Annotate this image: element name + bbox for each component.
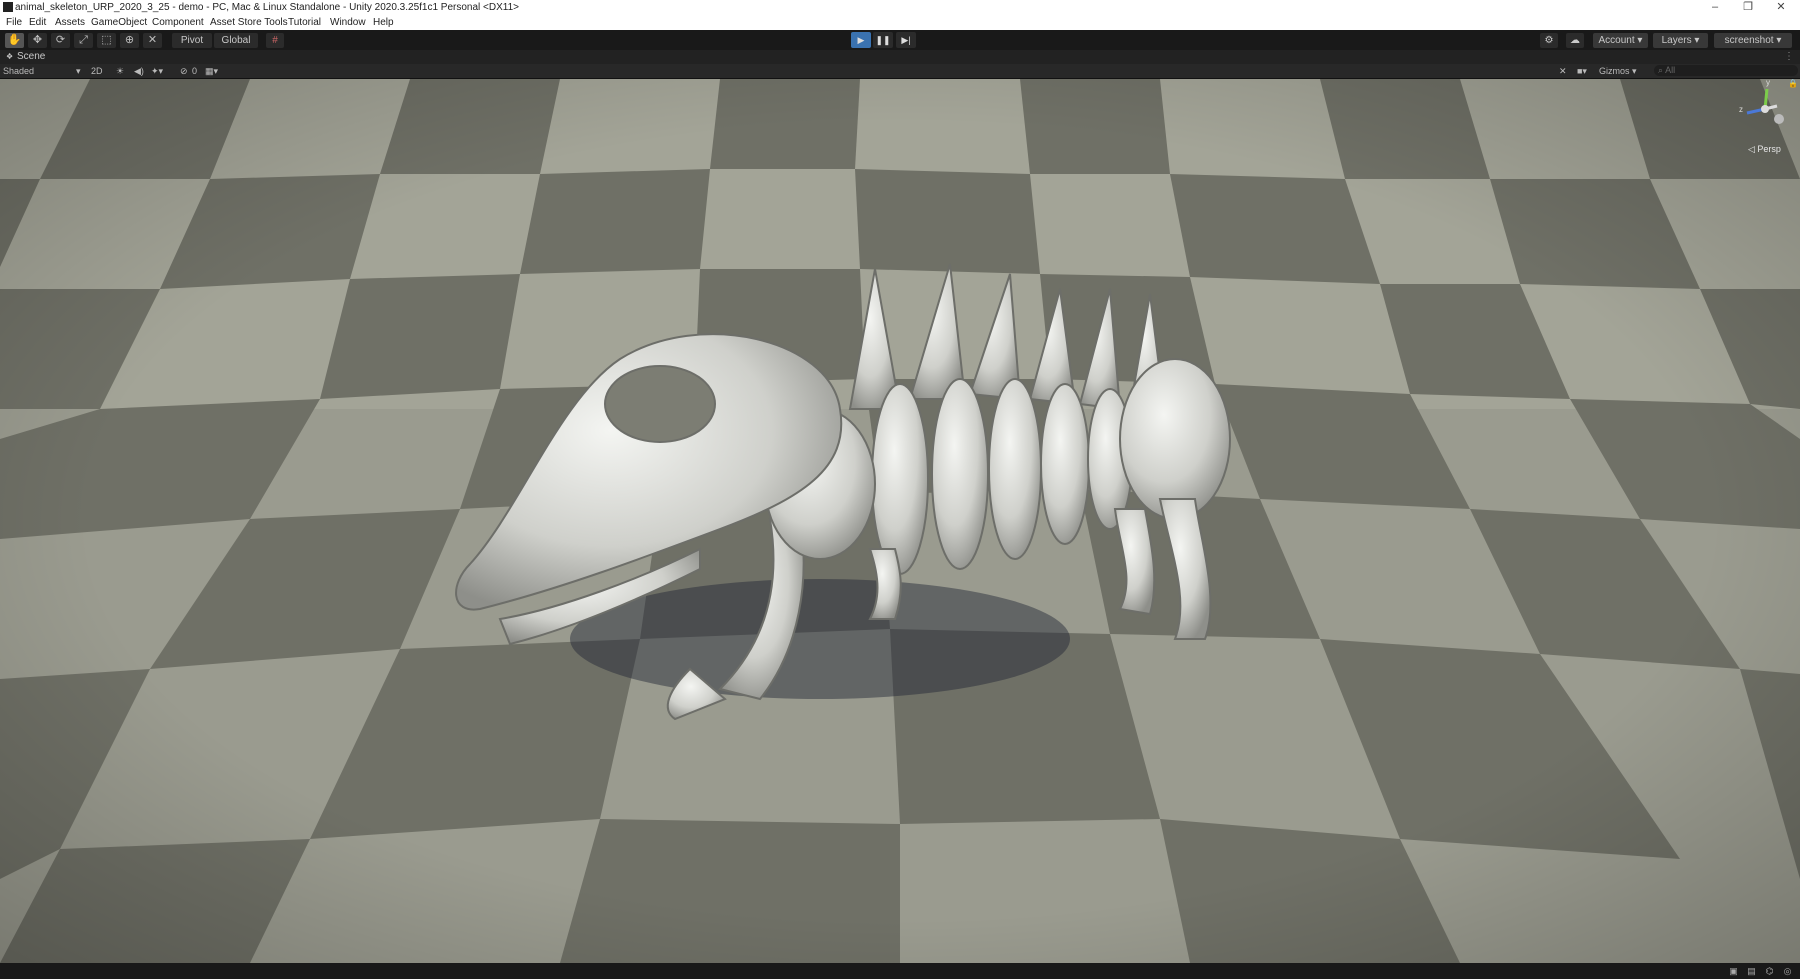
shading-mode-dropdown[interactable]: Shaded ▾ bbox=[3, 64, 81, 78]
tools-icon[interactable]: ✕ bbox=[1559, 64, 1567, 78]
window-title: animal_skeleton_URP_2020_3_25 - demo - P… bbox=[15, 2, 520, 13]
play-button[interactable]: ▶ bbox=[851, 32, 871, 48]
scene-tab-bar: ❖ Scene ⋮ bbox=[0, 50, 1800, 64]
search-placeholder: All bbox=[1665, 65, 1676, 75]
status-bar: ▣ ▤ ⌬ ◎ bbox=[0, 963, 1800, 979]
account-label: Account bbox=[1598, 35, 1635, 46]
menu-asset-store-tools[interactable]: Asset Store Tools bbox=[210, 15, 288, 30]
search-icon: ⌕ bbox=[1658, 65, 1664, 75]
account-dropdown[interactable]: Account ▾ bbox=[1593, 33, 1648, 48]
global-label: Global bbox=[221, 35, 251, 46]
status-icon-4[interactable]: ◎ bbox=[1782, 966, 1793, 976]
hidden-objects-icon[interactable]: ⊘ bbox=[180, 64, 188, 78]
skull-eye-socket bbox=[604, 365, 716, 443]
pause-button[interactable]: ❚❚ bbox=[873, 32, 893, 48]
unity-logo-icon bbox=[3, 2, 13, 12]
scene-tab-icon: ❖ bbox=[6, 52, 14, 61]
scene-viewport[interactable]: y z 🔒 ◁ Persp bbox=[0, 79, 1800, 963]
menu-help[interactable]: Help bbox=[373, 15, 394, 30]
menu-component[interactable]: Component bbox=[152, 15, 204, 30]
rect-tool-icon[interactable]: ⬚ bbox=[97, 33, 116, 48]
menu-assets[interactable]: Assets bbox=[55, 15, 85, 30]
shading-mode-label: Shaded bbox=[3, 66, 35, 76]
hand-tool-icon[interactable]: ✋ bbox=[5, 33, 24, 48]
gizmos-dropdown[interactable]: Gizmos ▾ bbox=[1599, 64, 1637, 78]
layout-label: screenshot bbox=[1724, 35, 1774, 46]
transform-tool-icon[interactable]: ⊕ bbox=[120, 33, 139, 48]
menu-file[interactable]: File bbox=[6, 15, 22, 30]
minimize-icon[interactable]: – bbox=[1700, 0, 1730, 15]
orientation-gizmo[interactable]: y z 🔒 bbox=[1735, 79, 1798, 139]
toggle-2d-button[interactable]: 2D bbox=[91, 64, 103, 78]
move-tool-icon[interactable]: ✥ bbox=[28, 33, 47, 48]
status-icon-1[interactable]: ▣ bbox=[1728, 966, 1739, 976]
pivot-label: Pivot bbox=[180, 35, 204, 46]
hidden-count: 0 bbox=[192, 66, 198, 76]
tab-menu-icon[interactable]: ⋮ bbox=[1784, 50, 1794, 64]
layers-dropdown[interactable]: Layers ▾ bbox=[1653, 33, 1708, 48]
layout-dropdown[interactable]: screenshot ▾ bbox=[1714, 33, 1792, 48]
maximize-icon[interactable]: ❐ bbox=[1733, 0, 1763, 15]
projection-toggle[interactable]: ◁ Persp bbox=[1748, 144, 1781, 155]
scale-tool-icon[interactable]: ⤢ bbox=[74, 33, 93, 48]
camera-icon[interactable]: ■▾ bbox=[1577, 64, 1587, 78]
scene-search-input[interactable]: ⌕ All bbox=[1654, 65, 1798, 76]
axis-y-label: y bbox=[1766, 79, 1770, 87]
scene-render bbox=[0, 79, 1800, 963]
menu-tutorial[interactable]: Tutorial bbox=[288, 15, 321, 30]
grid-snap-icon[interactable]: # bbox=[266, 33, 284, 48]
status-icon-2[interactable]: ▤ bbox=[1746, 966, 1757, 976]
main-toolbar: ✋ ✥ ⟳ ⤢ ⬚ ⊕ ✕ Pivot Global # ▶ ❚❚ ▶| ⚙ ☁… bbox=[0, 30, 1800, 50]
status-icon-3[interactable]: ⌬ bbox=[1764, 966, 1775, 976]
cloud-icon[interactable]: ☁ bbox=[1566, 33, 1584, 48]
lighting-toggle-icon[interactable]: ☀ bbox=[116, 64, 124, 78]
pivot-toggle[interactable]: Pivot bbox=[172, 33, 212, 48]
menu-window[interactable]: Window bbox=[330, 15, 366, 30]
global-toggle[interactable]: Global bbox=[214, 33, 258, 48]
layers-label: Layers bbox=[1661, 35, 1692, 46]
menu-gameobject[interactable]: GameObject bbox=[91, 15, 147, 30]
collab-icon[interactable]: ⚙ bbox=[1540, 33, 1558, 48]
audio-toggle-icon[interactable]: ◀) bbox=[134, 64, 144, 78]
lock-icon[interactable]: 🔒 bbox=[1788, 79, 1798, 88]
projection-label: Persp bbox=[1757, 144, 1781, 154]
gizmos-label: Gizmos bbox=[1599, 66, 1630, 76]
rotate-tool-icon[interactable]: ⟳ bbox=[51, 33, 70, 48]
scene-options-bar: Shaded ▾ 2D ☀ ◀) ✦▾ ⊘ 0 ▦▾ ✕ ■▾ Gizmos ▾… bbox=[0, 64, 1800, 79]
close-icon[interactable]: ✕ bbox=[1766, 0, 1796, 15]
grid-toggle-icon[interactable]: ▦▾ bbox=[205, 64, 218, 78]
skeleton-shadow bbox=[570, 579, 1070, 699]
custom-tool-icon[interactable]: ✕ bbox=[143, 33, 162, 48]
menu-bar: File Edit Assets GameObject Component As… bbox=[0, 15, 1800, 31]
tab-scene[interactable]: Scene bbox=[17, 50, 45, 64]
axis-z-label: z bbox=[1739, 105, 1743, 114]
menu-edit[interactable]: Edit bbox=[29, 15, 46, 30]
step-button[interactable]: ▶| bbox=[896, 32, 916, 48]
window-title-bar: animal_skeleton_URP_2020_3_25 - demo - P… bbox=[0, 0, 1800, 15]
effects-toggle-icon[interactable]: ✦▾ bbox=[151, 64, 163, 78]
